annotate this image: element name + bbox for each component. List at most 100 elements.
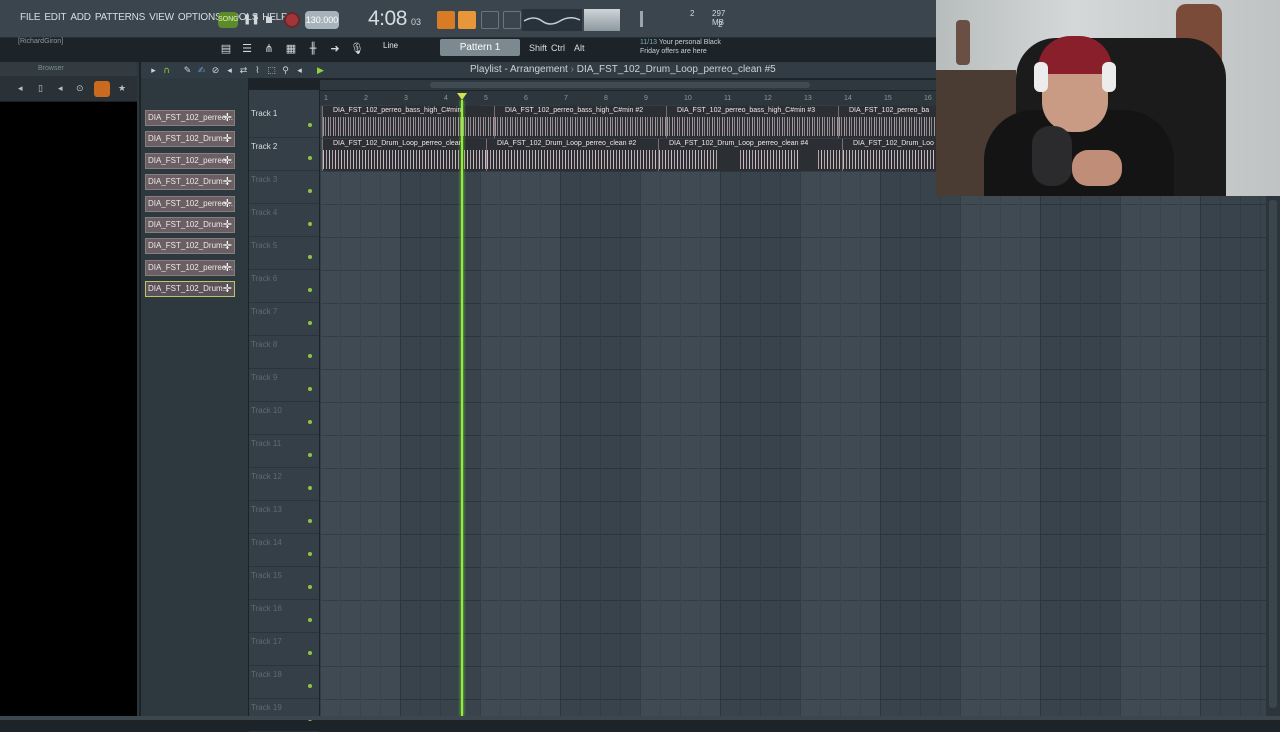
track-mute-led[interactable] <box>308 255 312 259</box>
track-header[interactable]: Track 1 <box>249 105 319 138</box>
slice-tool-icon[interactable]: ⌇ <box>252 66 263 77</box>
paint-tool-icon[interactable]: ✍ <box>196 66 207 77</box>
countdown-icon[interactable] <box>503 11 521 29</box>
track-mute-led[interactable] <box>308 123 312 127</box>
delete-tool-icon[interactable]: ⊘ <box>210 66 221 77</box>
mute-tool-icon[interactable]: ◂ <box>224 66 235 77</box>
browser-star-icon[interactable]: ★ <box>118 84 126 94</box>
playback-tool-icon[interactable]: ◂ <box>294 66 305 77</box>
add-to-playlist-icon[interactable]: ✛ <box>223 197 232 211</box>
menu-options[interactable]: OPTIONS <box>176 12 224 23</box>
track-header[interactable]: Track 12 <box>249 468 319 501</box>
audio-clip[interactable]: DIA_FST_102_Drum_Loo <box>842 139 936 171</box>
picker-item[interactable]: DIA_FST_102_Drum... ✛ <box>145 238 235 255</box>
playlist-icon[interactable]: ▤ <box>218 41 234 57</box>
alt-key-button[interactable]: Alt <box>571 40 588 56</box>
wait-input-icon[interactable] <box>481 11 499 29</box>
arrow-icon[interactable]: ➜ <box>327 41 343 57</box>
track-header[interactable]: Track 4 <box>249 204 319 237</box>
step-edit-icon[interactable] <box>437 11 455 29</box>
channel-rack-icon[interactable]: ⋔ <box>261 41 277 57</box>
picker-item[interactable]: DIA_FST_102_Drum... ✛ <box>145 131 235 148</box>
horizontal-scroll-thumb[interactable] <box>430 82 810 88</box>
add-to-playlist-icon[interactable]: ✛ <box>223 239 232 253</box>
track-header[interactable]: Track 5 <box>249 237 319 270</box>
select-tool-icon[interactable]: ⬚ <box>266 66 277 77</box>
track-header[interactable]: Track 10 <box>249 402 319 435</box>
add-to-playlist-icon[interactable]: ✛ <box>223 282 232 296</box>
menu-add[interactable]: ADD <box>68 12 93 23</box>
track-mute-led[interactable] <box>308 288 312 292</box>
play-arrangement-icon[interactable]: ▶ <box>315 66 326 77</box>
track-header[interactable]: Track 18 <box>249 666 319 699</box>
magnet-icon[interactable]: ∩ <box>161 66 172 77</box>
track-mute-led[interactable] <box>308 222 312 226</box>
browser-sort-icon[interactable]: ◂ <box>58 84 63 94</box>
timeline-ruler[interactable]: 1 2 3 4 5 6 7 8 9 10 11 12 13 14 15 16 <box>320 91 936 105</box>
add-to-playlist-icon[interactable]: ✛ <box>223 111 232 125</box>
playhead[interactable] <box>461 100 463 716</box>
track-header[interactable]: Track 8 <box>249 336 319 369</box>
picker-item[interactable]: DIA_FST_102_Drum... ✛ <box>145 217 235 233</box>
vertical-scroll-thumb[interactable] <box>1269 200 1277 708</box>
shift-key-button[interactable]: Shift <box>526 40 550 56</box>
metronome-icon[interactable] <box>458 11 476 29</box>
snap-selector[interactable]: Line <box>383 41 398 50</box>
track-header[interactable]: Track 11 <box>249 435 319 468</box>
track-header[interactable]: Track 6 <box>249 270 319 303</box>
picker-item[interactable]: DIA_FST_102_perreo... ✛ <box>145 195 235 212</box>
record-button[interactable] <box>284 12 300 28</box>
pattern-selector[interactable]: Pattern 1 <box>440 39 520 56</box>
add-to-playlist-icon[interactable]: ✛ <box>223 154 232 168</box>
track-mute-led[interactable] <box>308 651 312 655</box>
microphone-icon[interactable]: 🎙 <box>349 41 365 57</box>
add-to-playlist-icon[interactable]: ✛ <box>223 218 232 232</box>
track-header[interactable]: Track 7 <box>249 303 319 336</box>
track-mute-led[interactable] <box>308 618 312 622</box>
track-header[interactable]: Track 2 <box>249 138 319 171</box>
audio-clip[interactable]: DIA_FST_102_perreo_bass_high_C#min <box>322 106 494 138</box>
piano-roll-icon[interactable]: ☰ <box>239 41 255 57</box>
track-mute-led[interactable] <box>308 420 312 424</box>
ctrl-key-button[interactable]: Ctrl <box>548 40 568 56</box>
track-mute-led[interactable] <box>308 585 312 589</box>
audio-clip[interactable]: DIA_FST_102_perreo_bass_high_C#min #3 <box>666 106 838 138</box>
menu-patterns[interactable]: PATTERNS <box>93 12 147 23</box>
tempo-display[interactable]: 130.000 <box>305 11 339 29</box>
picker-item[interactable]: DIA_FST_102_perreo... ✛ <box>145 259 235 276</box>
picker-item[interactable]: DIA_FST_102_Drum... ✛ <box>145 281 235 298</box>
playlist-menu-icon[interactable]: ▸ <box>148 66 159 77</box>
track-header[interactable]: Track 9 <box>249 369 319 402</box>
track-mute-led[interactable] <box>308 552 312 556</box>
menu-file[interactable]: FILE <box>18 12 42 23</box>
slip-tool-icon[interactable]: ⇄ <box>238 66 249 77</box>
plugin-icon[interactable]: ╫ <box>305 41 321 57</box>
song-mode-toggle[interactable]: SONG <box>218 12 239 28</box>
menu-edit[interactable]: EDIT <box>42 12 68 23</box>
audio-clip[interactable]: DIA_FST_102_perreo_bass_high_C#min #2 <box>494 106 666 138</box>
track-header[interactable]: Track 16 <box>249 600 319 633</box>
song-position-marker[interactable] <box>457 93 467 100</box>
track-mute-led[interactable] <box>308 189 312 193</box>
track-header[interactable]: Track 14 <box>249 534 319 567</box>
track-header[interactable]: Track 3 <box>249 171 319 204</box>
picker-item[interactable]: DIA_FST_102_perreo... ✛ <box>145 152 235 169</box>
browser-folder-icon[interactable]: ▯ <box>38 84 43 94</box>
current-clip-name[interactable]: DIA_FST_102_Drum_Loop_perreo_clean #5 <box>577 64 776 75</box>
browser-back-icon[interactable]: ◂ <box>18 84 23 94</box>
browser-search-icon[interactable]: ⊙ <box>76 84 84 94</box>
track-header[interactable]: Track 17 <box>249 633 319 666</box>
vertical-scrollbar[interactable] <box>1266 196 1280 720</box>
audio-clip[interactable]: DIA_FST_102_Drum_Loop_perreo_clean #2 <box>486 139 660 171</box>
add-to-playlist-icon[interactable]: ✛ <box>223 132 232 146</box>
zoom-tool-icon[interactable]: ⚲ <box>280 66 291 77</box>
audio-clip[interactable]: DIA_FST_102_Drum_Loop_perreo_clean #4 <box>658 139 842 171</box>
track-header[interactable]: Track 13 <box>249 501 319 534</box>
picker-item[interactable]: DIA_FST_102_Drum... ✛ <box>145 174 235 191</box>
track-mute-led[interactable] <box>308 519 312 523</box>
stop-icon[interactable] <box>262 13 276 27</box>
master-volume-meter[interactable] <box>584 9 620 31</box>
picker-item[interactable]: DIA_FST_102_perreo... ✛ <box>145 110 235 126</box>
pause-icon[interactable]: ❚❚ <box>243 12 260 28</box>
track-mute-led[interactable] <box>308 321 312 325</box>
